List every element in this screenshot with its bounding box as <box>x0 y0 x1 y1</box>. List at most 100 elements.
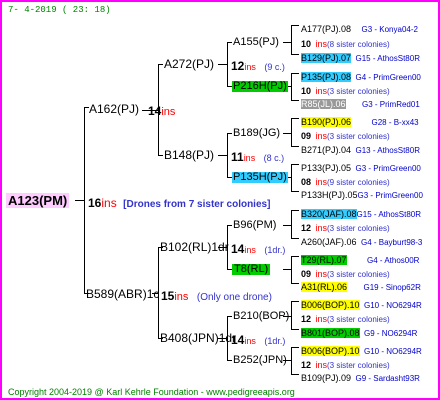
connector <box>227 133 228 178</box>
g4-entry: B801(BOP).08 G9 - NO6294R <box>301 324 417 340</box>
ins-note: (3 sister colonies) <box>326 315 390 324</box>
ins-label: ins <box>161 106 176 118</box>
g4-location: G19 - Sinop62R <box>363 283 421 292</box>
g4-entry: A177(PJ).08 G3 - Konya04-2 <box>301 20 418 36</box>
g4-location: G3 - PrimGreen00 <box>357 191 423 200</box>
ins-count: 12 <box>301 314 312 324</box>
ins-count: 14 <box>231 333 245 347</box>
ins-label: ins <box>243 153 256 163</box>
ins-note: (8 c.) <box>263 153 285 163</box>
g2-ins: 14ins (1dr.) <box>231 241 285 257</box>
g4-location: G13 - AthosSt80R <box>355 146 420 155</box>
g4-queen: R85(JL).06 <box>301 99 346 109</box>
root-ins-label: ins <box>101 196 117 210</box>
g4-queen: B801(BOP).08 <box>301 328 360 338</box>
g4-entry: B109(PJ).09 G9 - Sardasht93R <box>301 369 420 385</box>
ins-note: (1dr.) <box>264 336 286 346</box>
connector <box>158 155 163 156</box>
connector <box>291 25 299 26</box>
connector <box>227 42 232 43</box>
connector <box>227 360 232 361</box>
g4-queen: B190(PJ).06 <box>301 117 352 127</box>
ins-note: (8 sister colonies) <box>326 40 390 49</box>
g3-queen: P135H(PJ) <box>232 171 288 183</box>
connector <box>227 133 232 134</box>
connector <box>158 64 163 65</box>
g4-queen: B109(PJ).09 <box>301 373 352 383</box>
g2-queen: B102(RL)1dr <box>160 240 229 254</box>
connector <box>291 73 299 74</box>
ins-label: ins <box>244 245 256 255</box>
sire-mother: A162(PJ) <box>89 102 140 116</box>
g2-queen: B148(PJ) <box>164 148 215 162</box>
g4-queen: T29(RL).07 <box>301 255 347 265</box>
g4-location: G3 - PrimRed01 <box>361 100 420 109</box>
g3-queen: B210(BOP) <box>233 310 290 322</box>
ins-count: 10 <box>301 39 312 49</box>
ins-label: ins <box>244 62 256 72</box>
sire-mother-ins: 14ins <box>148 103 175 119</box>
g4-location: G28 - B-xx43 <box>371 118 419 127</box>
connector <box>227 225 232 226</box>
g4-location: G9 - Sardasht93R <box>355 374 420 383</box>
ins-count: 15 <box>161 289 175 303</box>
g3-queen: A155(PJ) <box>233 36 279 48</box>
ins-label: ins <box>244 336 256 346</box>
g3-queen: B96(PM) <box>233 219 277 231</box>
g4-queen: B129(PJ).07 <box>301 53 352 63</box>
g4-entry: B271(PJ).04 G13 - AthosSt80R <box>301 141 420 157</box>
g2-queen: A272(PJ) <box>164 57 215 71</box>
g4-location: G10 - NO6294R <box>363 347 422 356</box>
g4-entry: P133H(PJ).05G3 - PrimGreen00 <box>301 186 423 202</box>
ins-count: 12 <box>231 59 245 73</box>
ins-note: (3 sister colonies) <box>326 132 390 141</box>
g4-queen: A177(PJ).08 <box>301 24 352 34</box>
connector <box>291 54 299 55</box>
g3-queen: T8(RL) <box>232 263 271 275</box>
g4-location: G4 - Athos00R <box>366 256 420 265</box>
ins-count: 11 <box>231 150 244 164</box>
g4-location: G10 - NO6294R <box>363 301 422 310</box>
date-stamp: 7- 4-2019 ( 23: 18) <box>8 5 111 15</box>
connector <box>291 118 292 147</box>
g4-location: G15 - AthosSt80R <box>356 210 422 219</box>
ins-note: (Only one drone) <box>196 292 272 303</box>
g3-queen: B252(JPN) <box>233 354 287 366</box>
ins-label: ins <box>315 314 327 324</box>
connector <box>291 347 299 348</box>
g4-queen: B006(BOP).10 <box>301 300 360 310</box>
ins-label: ins <box>315 39 327 49</box>
g3-queen: B189(JG) <box>233 127 281 139</box>
connector <box>291 164 299 165</box>
connector <box>291 256 292 284</box>
connector <box>84 107 85 294</box>
connector <box>291 347 292 375</box>
dam-mother-ins: 15ins (Only one drone) <box>161 288 272 304</box>
dam-mother: B589(ABR)1c <box>86 287 160 301</box>
ins-count: 14 <box>231 242 245 256</box>
ins-label: ins <box>315 131 327 141</box>
g4-location: G15 - AthosSt80R <box>355 54 420 63</box>
connector <box>291 164 292 192</box>
g4-queen: B006(BOP).10 <box>301 346 360 356</box>
ins-note: (1dr.) <box>264 245 286 255</box>
connector <box>291 283 299 284</box>
g4-location: G3 - Konya04-2 <box>361 25 418 34</box>
copyright-label: Copyright 2004-2019 @ Karl Kehrle Founda… <box>8 387 199 397</box>
root-ins: 16ins [Drones from 7 sister colonies] <box>88 195 270 211</box>
connector <box>227 316 232 317</box>
connector <box>291 146 299 147</box>
ins-label: ins <box>315 223 327 233</box>
connector <box>291 100 299 101</box>
ins-count: 14 <box>148 104 162 118</box>
g4-entry: B129(PJ).07 G15 - AthosSt80R <box>301 49 420 65</box>
root-queen: A123(PM) <box>6 193 70 208</box>
g4-queen: B320(JAF).08 <box>301 209 357 219</box>
g4-queen: P133(PJ).05 <box>301 163 352 173</box>
connector <box>291 210 299 211</box>
connector <box>291 329 299 330</box>
connector <box>291 301 299 302</box>
g4-location: G4 - Bayburt98-3 <box>360 238 423 247</box>
g2-ins: 12ins (9 c.) <box>231 58 285 74</box>
pedigree-frame: 7- 4-2019 ( 23: 18) Copyright 2004-2019 … <box>0 0 440 400</box>
